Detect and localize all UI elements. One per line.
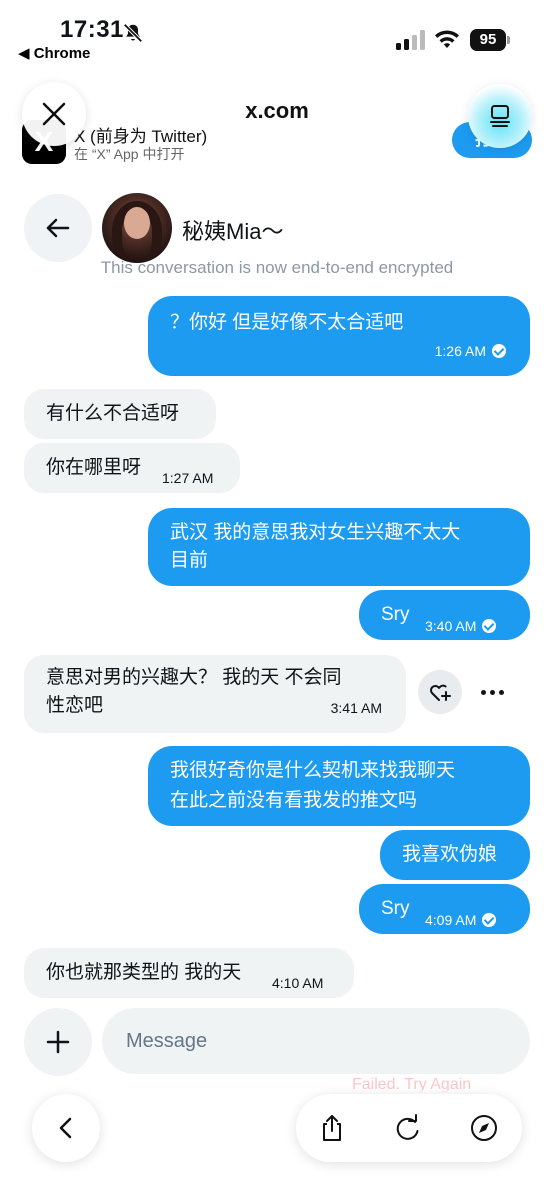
- message-time: 4:09 AM: [425, 905, 497, 935]
- bell-off-icon: [123, 23, 143, 43]
- conversation-back-button[interactable]: [24, 194, 92, 262]
- battery-cap: [507, 36, 510, 44]
- battery-indicator: 95: [470, 29, 512, 51]
- message-text: Sry: [381, 898, 410, 919]
- plus-icon: [46, 1030, 70, 1054]
- battery-level: 95: [470, 29, 506, 51]
- read-check-icon: [482, 913, 497, 927]
- compass-icon: [471, 1115, 497, 1141]
- message-text: 有什么不合适呀: [46, 403, 180, 424]
- status-time: 17:31: [60, 16, 124, 43]
- share-button[interactable]: [312, 1108, 352, 1148]
- message-bubble-incoming[interactable]: 意思对男的兴趣大？ 我的天 不会同 性恋吧 3:41 AM: [24, 655, 406, 733]
- message-time: 4:10 AM: [272, 975, 324, 991]
- discover-button[interactable]: [464, 1108, 504, 1148]
- message-text: ？你好 但是好像不太合适吧: [170, 312, 404, 333]
- back-to-chrome-link[interactable]: ◀ Chrome: [18, 44, 90, 62]
- add-reaction-button[interactable]: [418, 670, 462, 714]
- message-bubble-incoming[interactable]: 有什么不合适呀: [24, 389, 216, 439]
- message-time: 1:26 AM: [435, 336, 506, 366]
- more-horizontal-icon: [480, 689, 486, 695]
- contact-name[interactable]: 秘姨Mia～: [182, 214, 283, 246]
- share-icon: [323, 1115, 341, 1141]
- heart-plus-icon: [430, 684, 451, 701]
- reload-button[interactable]: [388, 1108, 428, 1148]
- close-icon: [42, 102, 66, 126]
- chevron-left-icon: [59, 1117, 72, 1139]
- chrome-bottom-toolbar: [0, 1090, 554, 1200]
- encryption-notice: This conversation is now end-to-end encr…: [100, 258, 454, 277]
- message-text: Sry: [381, 604, 410, 625]
- message-text-line-2: 性恋吧: [46, 695, 104, 716]
- message-text-line-1: 我很好奇你是什么契机来找我聊天: [170, 760, 456, 781]
- message-time: 3:40 AM: [425, 611, 497, 641]
- message-bubble-outgoing[interactable]: Sry 4:09 AM: [359, 884, 530, 934]
- browser-back-button[interactable]: [32, 1094, 100, 1162]
- message-bubble-incoming[interactable]: 你也就那类型的 我的天 4:10 AM: [24, 948, 354, 998]
- more-options-button[interactable]: [472, 682, 512, 702]
- message-time: 3:41 AM: [330, 700, 382, 716]
- cellular-signal-icon: [396, 30, 425, 50]
- message-text: 你在哪里呀: [46, 457, 142, 478]
- tabs-button[interactable]: [468, 84, 532, 148]
- message-bubble-outgoing[interactable]: ？你好 但是好像不太合适吧 1:26 AM: [148, 296, 530, 376]
- read-check-icon: [492, 344, 506, 358]
- message-bubble-outgoing[interactable]: 武汉 我的意思我对女生兴趣不太大 目前: [148, 508, 530, 586]
- message-text-line-1: 意思对男的兴趣大？ 我的天 不会同: [46, 667, 342, 688]
- message-text-line-1: 武汉 我的意思我对女生兴趣不太大: [170, 522, 461, 543]
- arrow-left-icon: [46, 218, 70, 238]
- read-check-icon: [482, 619, 497, 633]
- app-banner-subtitle: 在 “X” App 中打开: [74, 146, 185, 162]
- avatar[interactable]: [102, 193, 172, 263]
- browser-actions-group: [296, 1094, 522, 1162]
- tabs-icon: [490, 105, 510, 127]
- chrome-header: x.com X X (前身为 Twitter) 在 “X” App 中打开 打开: [0, 70, 554, 170]
- message-bubble-outgoing[interactable]: 我喜欢伪娘: [380, 830, 530, 880]
- message-text: 我喜欢伪娘: [402, 844, 498, 865]
- wifi-icon: [435, 30, 459, 48]
- message-bubble-incoming[interactable]: 你在哪里呀 1:27 AM: [24, 443, 240, 493]
- reload-icon: [396, 1114, 419, 1140]
- message-time: 1:27 AM: [162, 470, 214, 486]
- message-bubble-outgoing[interactable]: 我很好奇你是什么契机来找我聊天 在此之前没有看我发的推文吗: [148, 746, 530, 826]
- status-bar: 17:31 ◀ Chrome 95: [0, 0, 554, 70]
- add-media-button[interactable]: [24, 1008, 92, 1076]
- message-text-line-2: 在此之前没有看我发的推文吗: [170, 790, 418, 811]
- close-tab-button[interactable]: [22, 82, 86, 146]
- message-bubble-outgoing[interactable]: Sry 3:40 AM: [359, 590, 530, 640]
- message-text-line-2: 目前: [170, 550, 209, 571]
- message-text: 你也就那类型的 我的天: [46, 962, 242, 983]
- message-input[interactable]: [102, 1008, 530, 1074]
